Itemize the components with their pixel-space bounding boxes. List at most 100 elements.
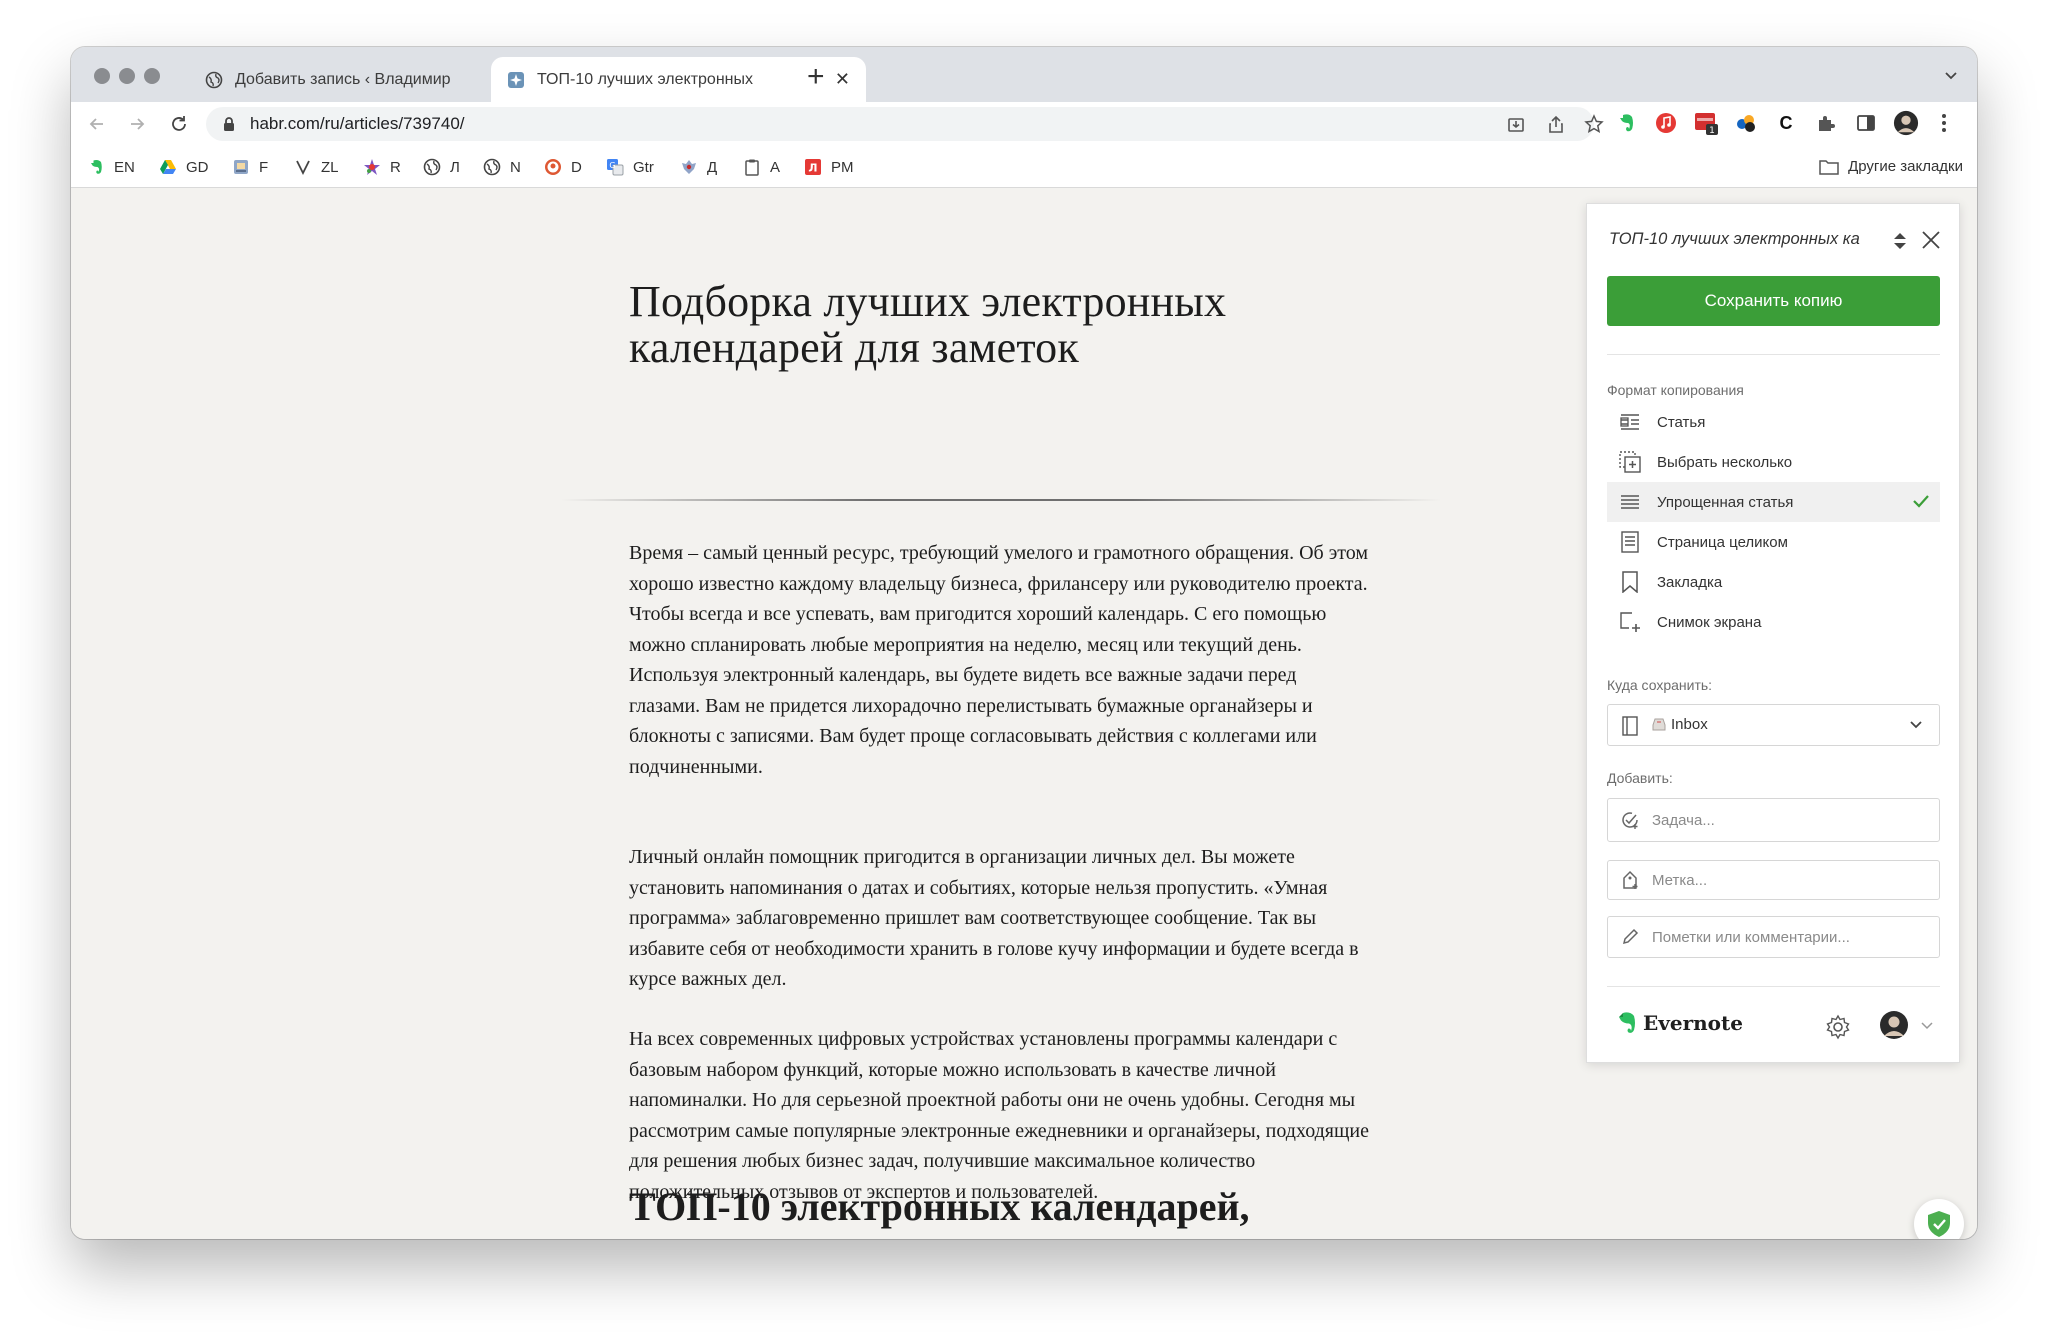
save-to-label: Куда сохранить: xyxy=(1607,677,1713,693)
title-divider xyxy=(561,499,1441,501)
window-minimize-dot[interactable] xyxy=(119,68,135,84)
c-extension-icon[interactable]: C xyxy=(1773,110,1799,136)
forward-icon[interactable] xyxy=(125,112,149,136)
article: Подборка лучших электронных календарей д… xyxy=(561,279,1441,1229)
user-avatar[interactable] xyxy=(1879,1010,1909,1040)
divider xyxy=(1607,986,1940,987)
calendar-extension-icon[interactable]: 1 xyxy=(1693,110,1719,136)
clip-title[interactable]: ТОП-10 лучших электронных ка xyxy=(1609,230,1871,249)
settings-gear-icon[interactable] xyxy=(1825,1014,1851,1040)
bookmark-n[interactable]: N xyxy=(483,158,521,176)
bookmarks-bar: EN GD F ZL R Л N D G Gtr Д A Л PM Другие… xyxy=(71,146,1977,188)
format-option-full-page[interactable]: Страница целиком xyxy=(1607,522,1940,562)
evernote-logo: Evernote xyxy=(1615,1010,1743,1036)
globe-icon xyxy=(423,158,441,176)
bookmark-gtr[interactable]: G Gtr xyxy=(606,158,654,176)
red-l-icon: Л xyxy=(805,159,821,175)
bookmark-d-cyr[interactable]: Д xyxy=(680,158,717,176)
tab-title: Добавить запись ‹ Владимир xyxy=(235,70,451,88)
new-tab-button[interactable]: + xyxy=(807,61,825,93)
window-zoom-dot[interactable] xyxy=(144,68,160,84)
close-tab-icon[interactable]: ✕ xyxy=(835,69,850,90)
task-icon xyxy=(1620,810,1640,830)
sort-arrows-icon[interactable] xyxy=(1893,232,1907,250)
evernote-extension-icon[interactable] xyxy=(1613,110,1639,136)
star-bookmark-icon[interactable] xyxy=(1584,114,1604,134)
article-paragraph: Личный онлайн помощник пригодится в орга… xyxy=(629,846,1359,990)
inbox-icon xyxy=(1652,718,1666,731)
divider xyxy=(1607,354,1940,355)
clipboard-icon xyxy=(745,159,759,176)
article-subheading: ТОП-10 электронных календарей, xyxy=(629,1184,1250,1229)
bookmark-r[interactable]: R xyxy=(363,158,401,176)
bookmark-a[interactable]: A xyxy=(743,158,780,176)
bookmark-pm[interactable]: Л PM xyxy=(804,158,854,176)
google-drive-icon xyxy=(160,160,176,174)
format-option-article[interactable]: Статья xyxy=(1607,402,1940,442)
f-icon xyxy=(234,160,248,174)
address-bar[interactable]: habr.com/ru/articles/739740/ xyxy=(206,107,1604,141)
svg-text:Л: Л xyxy=(808,162,817,175)
tag-input[interactable]: Метка... xyxy=(1607,860,1940,900)
save-copy-button[interactable]: Сохранить копию xyxy=(1607,276,1940,326)
habr-favicon-icon xyxy=(508,71,524,88)
translate-icon: G xyxy=(607,159,624,176)
shield-icon[interactable] xyxy=(1914,1199,1964,1239)
notebook-icon xyxy=(1622,716,1638,736)
task-input[interactable]: Задача... xyxy=(1607,798,1940,842)
install-app-icon[interactable] xyxy=(1506,115,1526,135)
tab-title: ТОП-10 лучших электронных xyxy=(537,70,753,88)
star-icon xyxy=(364,159,380,175)
extension-badge: 1 xyxy=(1709,126,1715,136)
globe-icon xyxy=(483,158,501,176)
screenshot-icon xyxy=(1619,611,1641,633)
music-extension-icon[interactable] xyxy=(1653,110,1679,136)
bookmark-f[interactable]: F xyxy=(232,158,268,176)
url-text: habr.com/ru/articles/739740/ xyxy=(250,114,465,133)
format-option-select-multiple[interactable]: Выбрать несколько xyxy=(1607,442,1940,482)
globe-icon xyxy=(205,71,223,88)
article-paragraph: На всех современных цифровых устройствах… xyxy=(629,1028,1369,1203)
format-section-label: Формат копирования xyxy=(1607,382,1744,398)
comment-input[interactable]: Пометки или комментарии... xyxy=(1607,916,1940,958)
browser-window: Добавить запись ‹ Владимир ✕ ТОП-10 лучш… xyxy=(71,47,1977,1239)
bookmark-gd[interactable]: GD xyxy=(159,158,209,176)
v-icon xyxy=(296,160,310,176)
clipper-footer: Evernote xyxy=(1607,1004,1940,1044)
pencil-icon xyxy=(1620,927,1640,947)
full-page-icon xyxy=(1619,531,1641,553)
bookmark-icon xyxy=(1619,571,1641,593)
kebab-menu-icon[interactable] xyxy=(1931,110,1957,136)
chevron-down-icon[interactable] xyxy=(1921,1022,1933,1030)
evernote-elephant-icon xyxy=(1619,1012,1635,1033)
format-option-screenshot[interactable]: Снимок экрана xyxy=(1607,602,1940,642)
side-panel-icon[interactable] xyxy=(1853,110,1879,136)
bookmark-l[interactable]: Л xyxy=(423,158,460,176)
browser-toolbar: habr.com/ru/articles/739740/ 1 C xyxy=(71,102,1977,146)
bookmark-d[interactable]: D xyxy=(544,158,582,176)
format-option-simplified-article[interactable]: Упрощенная статья xyxy=(1607,482,1940,522)
comment-placeholder: Пометки или комментарии... xyxy=(1652,928,1850,946)
select-multiple-icon xyxy=(1619,451,1641,473)
other-bookmarks[interactable]: Другие закладки xyxy=(1819,158,1963,175)
puzzle-extensions-icon[interactable] xyxy=(1813,110,1839,136)
format-option-bookmark[interactable]: Закладка xyxy=(1607,562,1940,602)
bookmark-en[interactable]: EN xyxy=(87,158,135,176)
article-paragraph: Время – самый ценный ресурс, требующий у… xyxy=(629,542,1369,778)
back-icon[interactable] xyxy=(85,112,109,136)
colorful-extension-icon[interactable] xyxy=(1733,110,1759,136)
close-icon[interactable] xyxy=(1921,230,1941,250)
chevron-down-icon[interactable] xyxy=(1943,67,1959,83)
share-icon[interactable] xyxy=(1546,115,1566,135)
svg-text:G: G xyxy=(609,161,615,170)
duckduckgo-icon xyxy=(545,159,561,175)
window-close-dot[interactable] xyxy=(94,68,110,84)
profile-avatar[interactable] xyxy=(1893,110,1919,136)
folder-icon xyxy=(1819,159,1839,175)
lock-icon xyxy=(224,117,234,131)
notebook-select[interactable]: Inbox xyxy=(1607,704,1940,746)
add-label: Добавить: xyxy=(1607,770,1673,786)
bookmark-zl[interactable]: ZL xyxy=(294,158,339,176)
tag-placeholder: Метка... xyxy=(1652,871,1708,889)
reload-icon[interactable] xyxy=(167,112,191,136)
